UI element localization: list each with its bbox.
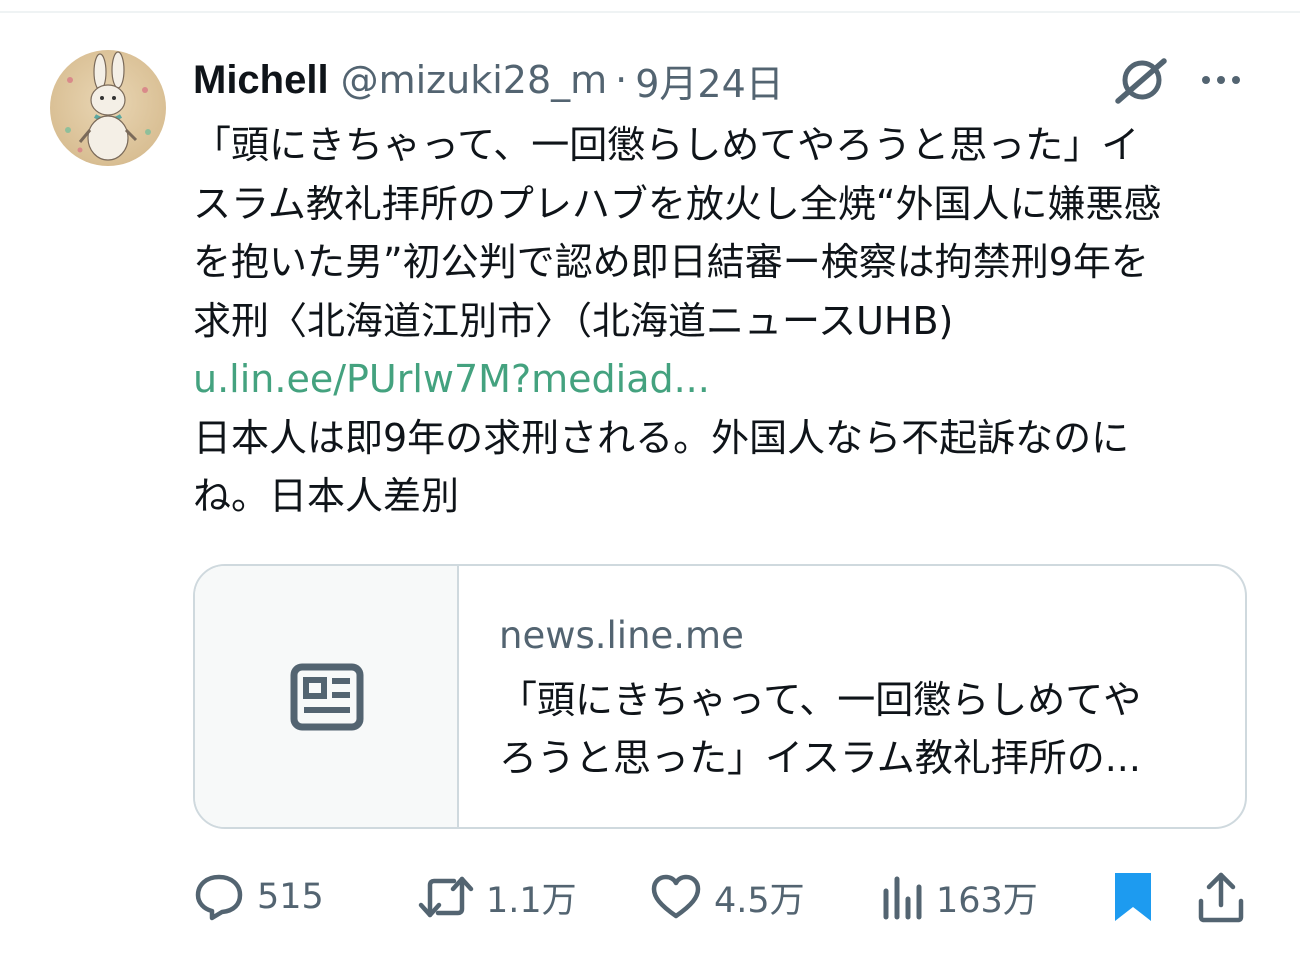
card-title: 「頭にきちゃって、一回懲らしめてや ろうと思った」イスラム教礼拝所の... <box>499 671 1219 787</box>
bookmark-button[interactable] <box>1110 862 1156 932</box>
tweet-text-line: 「頭にきちゃって、一回懲らしめてやろうと思った」イ <box>193 123 1140 167</box>
repost-button[interactable]: 1.1万 <box>418 862 577 932</box>
views-button[interactable]: 163万 <box>880 862 1038 932</box>
separator-dot: · <box>615 58 628 102</box>
more-options-icon[interactable] <box>1196 62 1248 98</box>
tweet-text-line: スラム教礼拝所のプレハブを放火し全焼“外国人に嫌悪感 <box>193 181 1162 226</box>
top-divider <box>0 11 1300 13</box>
card-thumbnail <box>195 566 459 827</box>
tweet-text: 「頭にきちゃって、一回懲らしめてやろうと思った」イ スラム教礼拝所のプレハブを放… <box>193 116 1263 526</box>
reply-icon <box>195 874 243 921</box>
repost-icon <box>418 876 474 918</box>
grok-icon[interactable] <box>1112 55 1172 105</box>
tweet-text-line: ね。日本人差別 <box>193 474 460 518</box>
views-count: 163万 <box>936 880 1038 921</box>
card-title-line: ろうと思った」イスラム教礼拝所の... <box>499 736 1141 780</box>
reply-button[interactable]: 515 <box>193 862 324 932</box>
heart-icon <box>651 874 701 919</box>
tweet-date[interactable]: 9月24日 <box>635 53 784 108</box>
card-title-line: 「頭にきちゃって、一回懲らしめてや <box>499 678 1142 722</box>
card-domain: news.line.me <box>499 614 744 657</box>
tweet-header: Michell @mizuki28_m · 9月24日 <box>193 52 784 108</box>
like-button[interactable]: 4.5万 <box>650 862 805 932</box>
repost-count: 1.1万 <box>486 880 577 921</box>
reply-count: 515 <box>257 877 324 917</box>
tweet-link[interactable]: u.lin.ee/PUrlw7M?mediad... <box>193 357 710 401</box>
share-icon <box>1198 872 1244 923</box>
avatar[interactable] <box>50 50 166 166</box>
tweet-text-line: を抱いた男”初公判で認め即日結審ー検察は拘禁刑9年を <box>193 240 1149 284</box>
share-button[interactable] <box>1196 862 1246 932</box>
like-count: 4.5万 <box>714 880 805 921</box>
author-handle[interactable]: @mizuki28_m <box>341 58 608 102</box>
author-name[interactable]: Michell <box>193 58 329 103</box>
bookmark-icon <box>1115 873 1151 921</box>
tweet-text-line: 求刑〈北海道江別市〉（北海道ニュースUHB) <box>193 298 954 343</box>
tweet-actions: 515 1.1万 4.5万 163万 <box>0 862 1300 932</box>
rabbit-avatar-image <box>65 51 151 161</box>
tweet-text-line: 日本人は即9年の求刑される。外国人なら不起訴なのに <box>193 415 1130 460</box>
link-preview-card[interactable]: news.line.me 「頭にきちゃって、一回懲らしめてや ろうと思った」イス… <box>193 564 1247 829</box>
views-chart-icon <box>883 876 922 920</box>
news-article-icon <box>290 663 364 731</box>
